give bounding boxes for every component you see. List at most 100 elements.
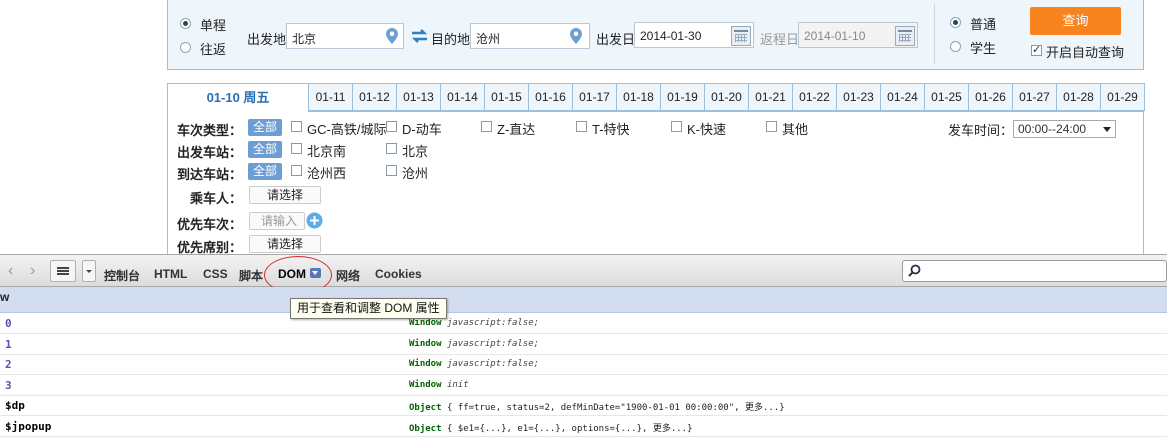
checkbox[interactable] [671, 121, 682, 132]
passenger-normal-label: 普通 [970, 17, 997, 32]
devtools-tab-css[interactable]: CSS [203, 267, 228, 281]
value-type: Window [409, 338, 442, 349]
checkbox[interactable] [386, 165, 397, 176]
return-date-label: 返程日 [760, 32, 800, 47]
depart-station-label: 出发车站： [176, 145, 242, 160]
forward-arrow-icon[interactable]: › [30, 262, 35, 280]
arrive-station-option: 沧州 [402, 166, 429, 181]
date-tab[interactable]: 01-11 [309, 83, 353, 111]
passenger-normal-radio[interactable] [950, 17, 961, 28]
date-tab[interactable]: 01-28 [1057, 83, 1101, 111]
train-type-all-button[interactable]: 全部 [248, 119, 282, 136]
checkbox[interactable] [576, 121, 587, 132]
date-tab[interactable]: 01-21 [749, 83, 793, 111]
date-tab[interactable]: 01-13 [397, 83, 441, 111]
date-tab[interactable]: 01-24 [881, 83, 925, 111]
depart-station-all-button[interactable]: 全部 [248, 141, 282, 158]
swap-icon[interactable] [411, 28, 428, 44]
devtools-tab-cookies[interactable]: Cookies [375, 267, 422, 281]
property-value: Window init [409, 380, 469, 390]
priority-train-input[interactable]: 请输入 [249, 212, 305, 230]
date-tab[interactable]: 01-15 [485, 83, 529, 111]
dom-property-row[interactable]: 0 Window javascript:false; [0, 313, 1167, 334]
value-detail: javascript:false; [446, 359, 540, 370]
passenger-student-radio[interactable] [950, 41, 961, 52]
query-button[interactable]: 查询 [1030, 7, 1121, 35]
devtools-tab-html[interactable]: HTML [154, 267, 187, 281]
devtools-tab-script[interactable]: 脚本 [239, 267, 263, 284]
date-tab[interactable]: 01-25 [925, 83, 969, 111]
passenger-select-button[interactable]: 请选择 [249, 186, 321, 204]
date-tab[interactable]: 01-17 [573, 83, 617, 111]
dom-property-row[interactable]: $jpopup Object { $e1={...}, e1={...}, opt… [0, 416, 1167, 437]
date-tab[interactable]: 01-20 [705, 83, 749, 111]
depart-time-select[interactable]: 00:00--24:00 [1013, 120, 1116, 138]
date-tab[interactable]: 01-27 [1013, 83, 1057, 111]
checkbox[interactable] [291, 121, 302, 132]
value-detail: { $e1={...}, e1={...}, options={...}, 更多… [446, 424, 693, 434]
date-tab[interactable]: 01-12 [353, 83, 397, 111]
depart-station-option: 北京 [402, 144, 429, 159]
date-tab[interactable]: 01-22 [793, 83, 837, 111]
property-name: 2 [5, 358, 12, 372]
location-pin-icon[interactable] [570, 28, 582, 44]
menu-dropdown-button[interactable] [82, 260, 96, 282]
location-pin-icon[interactable] [386, 28, 398, 44]
round-trip-radio[interactable] [180, 42, 191, 53]
property-value: Window javascript:false; [409, 359, 539, 369]
depart-time-value: 00:00--24:00 [1018, 122, 1087, 136]
add-icon[interactable] [306, 212, 323, 229]
property-value: Window javascript:false; [409, 318, 539, 328]
one-way-radio[interactable] [180, 18, 191, 29]
date-tab[interactable]: 01-19 [661, 83, 705, 111]
date-tab[interactable]: 01-14 [441, 83, 485, 111]
checkbox[interactable] [481, 121, 492, 132]
auto-query-checkbox[interactable] [1031, 43, 1042, 56]
value-type: Window [409, 359, 442, 370]
date-tab-active[interactable]: 01-10 周五 [167, 83, 309, 112]
value-type: Object [409, 403, 442, 414]
priority-train-label: 优先车次： [176, 217, 242, 232]
menu-icon[interactable] [50, 260, 76, 282]
train-type-label: 车次类型： [176, 123, 242, 138]
calendar-icon[interactable] [895, 26, 915, 46]
property-value: Object { ff=true, status=2, defMinDate="… [409, 400, 785, 413]
depart-time-label: 发车时间： [948, 123, 1014, 138]
devtools-search-input[interactable] [902, 260, 1167, 282]
value-detail: { ff=true, status=2, defMinDate="1900-01… [446, 403, 785, 414]
back-arrow-icon[interactable]: ‹ [8, 262, 13, 280]
dom-property-row[interactable]: $dp Object { ff=true, status=2, defMinDat… [0, 395, 1167, 417]
tooltip: 用于查看和调整 DOM 属性 [290, 298, 447, 319]
property-name: $dp [5, 399, 25, 413]
calendar-icon[interactable] [731, 26, 751, 46]
depart-date-label: 出发日 [596, 32, 636, 47]
dom-property-row[interactable]: 1 Window javascript:false; [0, 334, 1167, 355]
property-value: Object { $e1={...}, e1={...}, options={.… [409, 421, 693, 434]
dom-property-row[interactable]: 2 Window javascript:false; [0, 354, 1167, 376]
property-name: 0 [5, 317, 12, 330]
arrive-station-all-button[interactable]: 全部 [248, 163, 282, 180]
dom-header-text: w [0, 290, 10, 304]
priority-seat-select-button[interactable]: 请选择 [249, 235, 321, 253]
value-detail: javascript:false; [446, 318, 540, 328]
checkbox[interactable] [291, 143, 302, 154]
date-tab[interactable]: 01-16 [529, 83, 573, 111]
auto-query-label: 开启自动查询 [1046, 45, 1125, 60]
checkbox[interactable] [386, 121, 397, 132]
value-type: Window [409, 379, 442, 390]
date-tab[interactable]: 01-23 [837, 83, 881, 111]
property-name: 1 [5, 337, 12, 351]
checkbox[interactable] [291, 165, 302, 176]
devtools-tab-network[interactable]: 网络 [336, 267, 360, 284]
checkbox[interactable] [766, 121, 777, 132]
panel-divider [934, 4, 935, 64]
value-detail: javascript:false; [446, 338, 540, 349]
checkbox[interactable] [386, 143, 397, 154]
chevron-down-icon [1103, 127, 1111, 132]
property-name: $jpopup [5, 420, 52, 433]
date-tab[interactable]: 01-26 [969, 83, 1013, 111]
date-tab[interactable]: 01-29 [1101, 83, 1145, 111]
date-tab[interactable]: 01-18 [617, 83, 661, 111]
dom-property-row[interactable]: 3 Window init [0, 375, 1167, 396]
devtools-tab-console[interactable]: 控制台 [104, 267, 140, 284]
